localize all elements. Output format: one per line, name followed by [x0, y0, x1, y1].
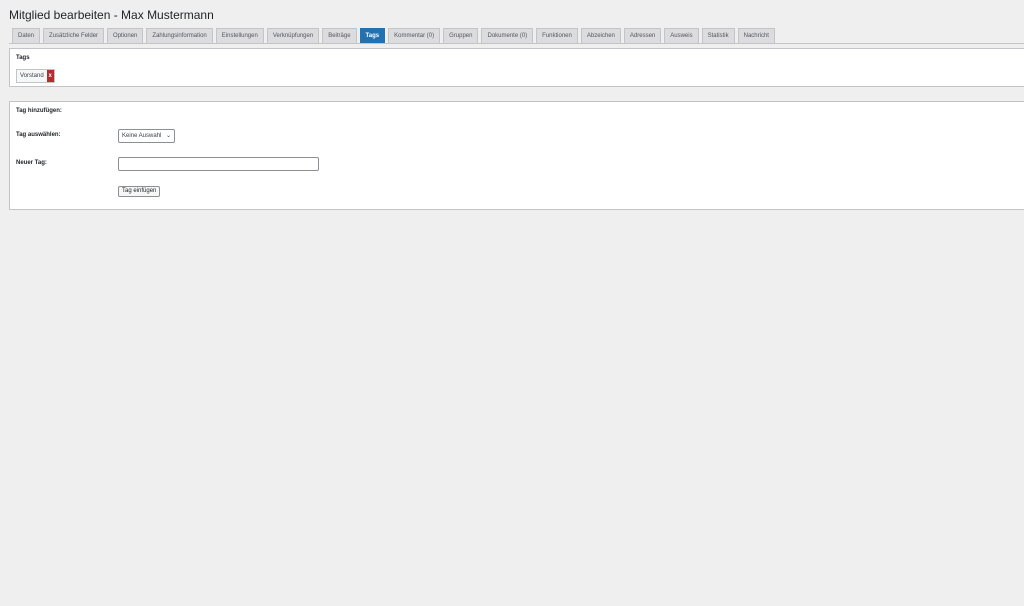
- tag-select-value: Keine Auswahl: [122, 133, 162, 139]
- new-tag-input[interactable]: [118, 157, 319, 171]
- tab-ausweis[interactable]: Ausweis: [664, 28, 699, 43]
- tab-daten[interactable]: Daten: [12, 28, 41, 43]
- add-tag-heading: Tag hinzufügen:: [16, 108, 62, 114]
- add-tag-panel: Tag hinzufügen: Tag auswählen: Keine Aus…: [9, 101, 1024, 210]
- tab-adressen[interactable]: Adressen: [623, 28, 662, 43]
- tab-bar-divider: [9, 43, 1024, 44]
- tab-dokumente[interactable]: Dokumente (0): [481, 28, 534, 43]
- tab-optionen[interactable]: Optionen: [107, 28, 144, 43]
- tab-einstellungen[interactable]: Einstellungen: [215, 28, 264, 43]
- tab-nachricht[interactable]: Nachricht: [737, 28, 775, 43]
- tab-verknuepfungen[interactable]: Verknüpfungen: [266, 28, 320, 43]
- tags-heading: Tags: [16, 55, 30, 61]
- chevron-down-icon: ⌄: [165, 133, 171, 139]
- tag-chip-label: Vorstand: [20, 73, 44, 79]
- tab-funktionen[interactable]: Funktionen: [536, 28, 578, 43]
- tab-zusaetzliche-felder[interactable]: Zusätzliche Felder: [43, 28, 105, 43]
- tab-kommentar[interactable]: Kommentar (0): [388, 28, 441, 43]
- tab-statistik[interactable]: Statistik: [701, 28, 735, 43]
- select-tag-label: Tag auswählen:: [16, 132, 61, 138]
- tab-gruppen[interactable]: Gruppen: [443, 28, 479, 43]
- tab-abzeichen[interactable]: Abzeichen: [580, 28, 621, 43]
- tab-tags[interactable]: Tags: [359, 28, 386, 43]
- page-title: Mitglied bearbeiten - Max Mustermann: [9, 8, 214, 22]
- tags-panel: Tags Vorstand x: [9, 48, 1024, 87]
- tab-bar: Daten Zusätzliche Felder Optionen Zahlun…: [12, 28, 775, 43]
- tag-chip: Vorstand x: [16, 69, 55, 83]
- tab-zahlungsinformation[interactable]: Zahlungsinformation: [146, 28, 213, 43]
- tag-select[interactable]: Keine Auswahl ⌄: [118, 129, 175, 143]
- new-tag-label: Neuer Tag:: [16, 160, 47, 166]
- tab-beitraege[interactable]: Beiträge: [322, 28, 357, 43]
- remove-tag-button[interactable]: x: [46, 70, 54, 82]
- insert-tag-button[interactable]: Tag einfügen: [118, 186, 161, 197]
